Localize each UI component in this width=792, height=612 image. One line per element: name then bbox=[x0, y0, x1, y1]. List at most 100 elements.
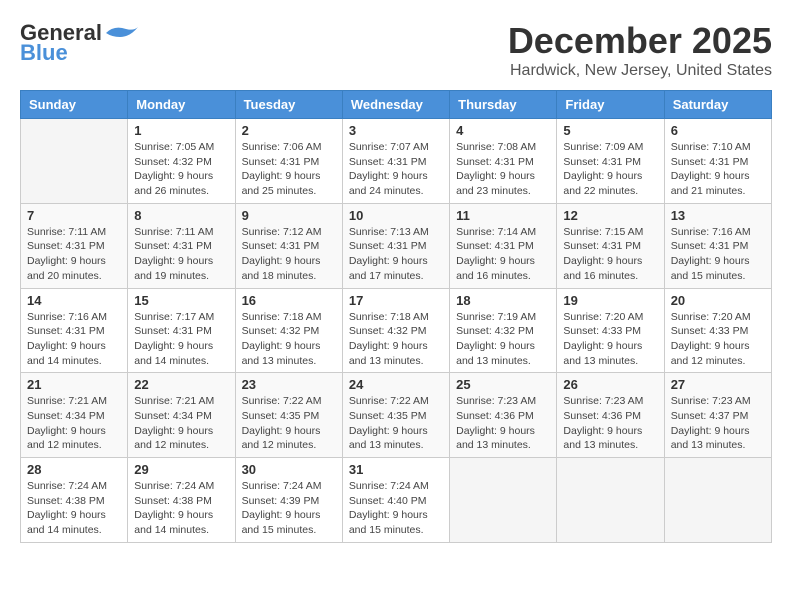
calendar-week-row-1: 1 Sunrise: 7:05 AM Sunset: 4:32 PM Daylig… bbox=[21, 119, 772, 204]
day-number: 14 bbox=[27, 293, 121, 308]
calendar-cell: 15 Sunrise: 7:17 AM Sunset: 4:31 PM Dayli… bbox=[128, 288, 235, 373]
calendar-cell: 16 Sunrise: 7:18 AM Sunset: 4:32 PM Dayli… bbox=[235, 288, 342, 373]
calendar-week-row-2: 7 Sunrise: 7:11 AM Sunset: 4:31 PM Daylig… bbox=[21, 203, 772, 288]
day-info: Sunrise: 7:24 AM Sunset: 4:38 PM Dayligh… bbox=[134, 479, 228, 538]
day-number: 19 bbox=[563, 293, 657, 308]
calendar-cell: 10Sunrise: 7:13 AM Sunset: 4:31 PM Dayli… bbox=[342, 203, 449, 288]
day-info: Sunrise: 7:07 AM Sunset: 4:31 PM Dayligh… bbox=[349, 140, 443, 199]
day-number: 2 bbox=[242, 123, 336, 138]
day-number: 5 bbox=[563, 123, 657, 138]
day-info: Sunrise: 7:10 AM Sunset: 4:31 PM Dayligh… bbox=[671, 140, 765, 199]
day-number: 7 bbox=[27, 208, 121, 223]
calendar-cell: 25Sunrise: 7:23 AM Sunset: 4:36 PM Dayli… bbox=[450, 373, 557, 458]
day-number: 22 bbox=[134, 377, 228, 392]
day-number: 18 bbox=[456, 293, 550, 308]
calendar-cell: 19 Sunrise: 7:20 AM Sunset: 4:33 PM Dayli… bbox=[557, 288, 664, 373]
calendar-cell: 18 Sunrise: 7:19 AM Sunset: 4:32 PM Dayli… bbox=[450, 288, 557, 373]
day-number: 6 bbox=[671, 123, 765, 138]
calendar-cell: 8 Sunrise: 7:11 AM Sunset: 4:31 PM Daylig… bbox=[128, 203, 235, 288]
calendar-header-thursday: Thursday bbox=[450, 91, 557, 119]
day-info: Sunrise: 7:22 AM Sunset: 4:35 PM Dayligh… bbox=[349, 394, 443, 453]
calendar-week-row-5: 28 Sunrise: 7:24 AM Sunset: 4:38 PM Dayli… bbox=[21, 458, 772, 543]
calendar-cell: 6 Sunrise: 7:10 AM Sunset: 4:31 PM Daylig… bbox=[664, 119, 771, 204]
day-info: Sunrise: 7:11 AM Sunset: 4:31 PM Dayligh… bbox=[27, 225, 121, 284]
day-info: Sunrise: 7:20 AM Sunset: 4:33 PM Dayligh… bbox=[671, 310, 765, 369]
day-info: Sunrise: 7:15 AM Sunset: 4:31 PM Dayligh… bbox=[563, 225, 657, 284]
day-number: 30 bbox=[242, 462, 336, 477]
day-number: 28 bbox=[27, 462, 121, 477]
calendar-cell bbox=[21, 119, 128, 204]
day-number: 21 bbox=[27, 377, 121, 392]
day-number: 13 bbox=[671, 208, 765, 223]
day-number: 9 bbox=[242, 208, 336, 223]
day-number: 17 bbox=[349, 293, 443, 308]
calendar-cell: 31 Sunrise: 7:24 AM Sunset: 4:40 PM Dayli… bbox=[342, 458, 449, 543]
day-info: Sunrise: 7:13 AM Sunset: 4:31 PM Dayligh… bbox=[349, 225, 443, 284]
day-info: Sunrise: 7:05 AM Sunset: 4:32 PM Dayligh… bbox=[134, 140, 228, 199]
day-info: Sunrise: 7:24 AM Sunset: 4:40 PM Dayligh… bbox=[349, 479, 443, 538]
calendar-cell: 29 Sunrise: 7:24 AM Sunset: 4:38 PM Dayli… bbox=[128, 458, 235, 543]
day-number: 24 bbox=[349, 377, 443, 392]
calendar-cell bbox=[450, 458, 557, 543]
day-info: Sunrise: 7:22 AM Sunset: 4:35 PM Dayligh… bbox=[242, 394, 336, 453]
day-info: Sunrise: 7:18 AM Sunset: 4:32 PM Dayligh… bbox=[349, 310, 443, 369]
day-info: Sunrise: 7:16 AM Sunset: 4:31 PM Dayligh… bbox=[27, 310, 121, 369]
calendar-cell: 23 Sunrise: 7:22 AM Sunset: 4:35 PM Dayli… bbox=[235, 373, 342, 458]
day-info: Sunrise: 7:06 AM Sunset: 4:31 PM Dayligh… bbox=[242, 140, 336, 199]
day-info: Sunrise: 7:23 AM Sunset: 4:37 PM Dayligh… bbox=[671, 394, 765, 453]
calendar-header-wednesday: Wednesday bbox=[342, 91, 449, 119]
calendar-cell: 14 Sunrise: 7:16 AM Sunset: 4:31 PM Dayli… bbox=[21, 288, 128, 373]
location-title: Hardwick, New Jersey, United States bbox=[508, 62, 772, 80]
day-number: 15 bbox=[134, 293, 228, 308]
day-number: 26 bbox=[563, 377, 657, 392]
logo: General Blue bbox=[20, 20, 138, 66]
day-info: Sunrise: 7:14 AM Sunset: 4:31 PM Dayligh… bbox=[456, 225, 550, 284]
logo-blue: Blue bbox=[20, 40, 68, 66]
calendar-cell: 28Sunrise: 7:24 AM Sunset: 4:38 PM Dayli… bbox=[21, 458, 128, 543]
day-number: 20 bbox=[671, 293, 765, 308]
day-number: 12 bbox=[563, 208, 657, 223]
day-info: Sunrise: 7:21 AM Sunset: 4:34 PM Dayligh… bbox=[27, 394, 121, 453]
logo-bird-icon bbox=[102, 23, 138, 43]
day-number: 3 bbox=[349, 123, 443, 138]
day-info: Sunrise: 7:11 AM Sunset: 4:31 PM Dayligh… bbox=[134, 225, 228, 284]
calendar-header-row: SundayMondayTuesdayWednesdayThursdayFrid… bbox=[21, 91, 772, 119]
day-info: Sunrise: 7:18 AM Sunset: 4:32 PM Dayligh… bbox=[242, 310, 336, 369]
calendar-header-sunday: Sunday bbox=[21, 91, 128, 119]
calendar-table: SundayMondayTuesdayWednesdayThursdayFrid… bbox=[20, 90, 772, 543]
calendar-week-row-4: 21 Sunrise: 7:21 AM Sunset: 4:34 PM Dayli… bbox=[21, 373, 772, 458]
calendar-cell: 7 Sunrise: 7:11 AM Sunset: 4:31 PM Daylig… bbox=[21, 203, 128, 288]
calendar-header-tuesday: Tuesday bbox=[235, 91, 342, 119]
calendar-cell bbox=[557, 458, 664, 543]
calendar-cell: 3 Sunrise: 7:07 AM Sunset: 4:31 PM Daylig… bbox=[342, 119, 449, 204]
day-info: Sunrise: 7:16 AM Sunset: 4:31 PM Dayligh… bbox=[671, 225, 765, 284]
calendar-cell: 2 Sunrise: 7:06 AM Sunset: 4:31 PM Daylig… bbox=[235, 119, 342, 204]
calendar-header-friday: Friday bbox=[557, 91, 664, 119]
day-number: 11 bbox=[456, 208, 550, 223]
day-info: Sunrise: 7:08 AM Sunset: 4:31 PM Dayligh… bbox=[456, 140, 550, 199]
day-number: 16 bbox=[242, 293, 336, 308]
day-number: 29 bbox=[134, 462, 228, 477]
calendar-cell: 9 Sunrise: 7:12 AM Sunset: 4:31 PM Daylig… bbox=[235, 203, 342, 288]
calendar-cell: 4Sunrise: 7:08 AM Sunset: 4:31 PM Daylig… bbox=[450, 119, 557, 204]
day-info: Sunrise: 7:21 AM Sunset: 4:34 PM Dayligh… bbox=[134, 394, 228, 453]
calendar-cell: 1 Sunrise: 7:05 AM Sunset: 4:32 PM Daylig… bbox=[128, 119, 235, 204]
day-number: 27 bbox=[671, 377, 765, 392]
calendar-cell bbox=[664, 458, 771, 543]
calendar-cell: 12 Sunrise: 7:15 AM Sunset: 4:31 PM Dayli… bbox=[557, 203, 664, 288]
day-info: Sunrise: 7:17 AM Sunset: 4:31 PM Dayligh… bbox=[134, 310, 228, 369]
title-area: December 2025 Hardwick, New Jersey, Unit… bbox=[508, 20, 772, 80]
day-number: 8 bbox=[134, 208, 228, 223]
day-info: Sunrise: 7:19 AM Sunset: 4:32 PM Dayligh… bbox=[456, 310, 550, 369]
day-number: 1 bbox=[134, 123, 228, 138]
day-info: Sunrise: 7:12 AM Sunset: 4:31 PM Dayligh… bbox=[242, 225, 336, 284]
day-info: Sunrise: 7:23 AM Sunset: 4:36 PM Dayligh… bbox=[456, 394, 550, 453]
calendar-cell: 5Sunrise: 7:09 AM Sunset: 4:31 PM Daylig… bbox=[557, 119, 664, 204]
day-number: 31 bbox=[349, 462, 443, 477]
day-info: Sunrise: 7:20 AM Sunset: 4:33 PM Dayligh… bbox=[563, 310, 657, 369]
day-number: 23 bbox=[242, 377, 336, 392]
calendar-cell: 27 Sunrise: 7:23 AM Sunset: 4:37 PM Dayli… bbox=[664, 373, 771, 458]
calendar-week-row-3: 14 Sunrise: 7:16 AM Sunset: 4:31 PM Dayli… bbox=[21, 288, 772, 373]
calendar-header-saturday: Saturday bbox=[664, 91, 771, 119]
calendar-header-monday: Monday bbox=[128, 91, 235, 119]
